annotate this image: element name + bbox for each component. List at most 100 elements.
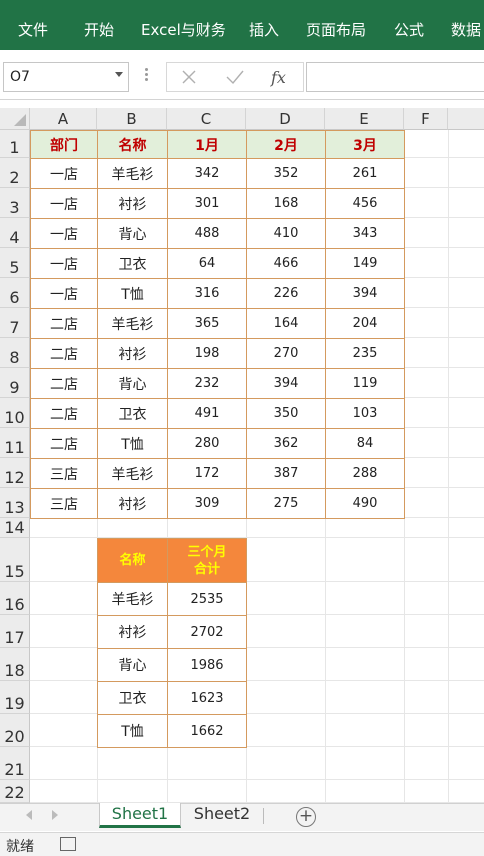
row-header-10[interactable]: 10 [0, 398, 30, 428]
table1-cell[interactable]: 三店 [30, 488, 98, 519]
column-header-a[interactable]: A [30, 108, 97, 130]
table2-cell[interactable]: T恤 [97, 714, 168, 748]
table1-cell[interactable]: 394 [325, 278, 405, 309]
table1-cell[interactable]: 410 [246, 218, 326, 249]
table1-cell[interactable]: 64 [167, 248, 247, 279]
table1-cell[interactable]: 一店 [30, 248, 98, 279]
table2-cell[interactable]: 1623 [167, 681, 247, 715]
table1-cell[interactable]: 488 [167, 218, 247, 249]
table1-cell[interactable]: T恤 [97, 278, 168, 309]
table1-cell[interactable]: 一店 [30, 218, 98, 249]
table2-cell[interactable]: 背心 [97, 648, 168, 682]
table2-header-total[interactable]: 三个月 合计 [167, 538, 247, 583]
table1-cell[interactable]: 172 [167, 458, 247, 489]
table1-cell[interactable]: 342 [167, 158, 247, 189]
column-header-b[interactable]: B [97, 108, 167, 130]
tab-page-layout[interactable]: 页面布局 [306, 19, 366, 40]
row-header-21[interactable]: 21 [0, 747, 30, 780]
table1-cell[interactable]: 316 [167, 278, 247, 309]
table2-cell[interactable]: 2702 [167, 615, 247, 649]
table1-header-cell[interactable]: 1月 [167, 130, 247, 159]
table1-header-cell[interactable]: 部门 [30, 130, 98, 159]
row-header-15[interactable]: 15 [0, 538, 30, 582]
row-header-8[interactable]: 8 [0, 338, 30, 368]
table1-cell[interactable]: 二店 [30, 308, 98, 339]
table1-cell[interactable]: 362 [246, 428, 326, 459]
table1-cell[interactable]: 301 [167, 188, 247, 219]
table1-cell[interactable]: 84 [325, 428, 405, 459]
sheet-tab-sheet2[interactable]: Sheet2 [183, 803, 261, 828]
column-header-c[interactable]: C [167, 108, 246, 130]
row-header-18[interactable]: 18 [0, 648, 30, 681]
table1-cell[interactable]: 164 [246, 308, 326, 339]
table1-cell[interactable]: 394 [246, 368, 326, 399]
table1-cell[interactable]: 232 [167, 368, 247, 399]
row-header-22[interactable]: 22 [0, 780, 30, 803]
table1-header-cell[interactable]: 2月 [246, 130, 326, 159]
table1-cell[interactable]: 119 [325, 368, 405, 399]
table2-cell[interactable]: 1986 [167, 648, 247, 682]
table1-cell[interactable]: 卫衣 [97, 248, 168, 279]
tab-file[interactable]: 文件 [18, 19, 48, 40]
table2-header-name[interactable]: 名称 [97, 538, 168, 583]
row-header-1[interactable]: 1 [0, 130, 30, 158]
next-sheet-icon[interactable] [52, 810, 58, 820]
row-header-2[interactable]: 2 [0, 158, 30, 188]
table1-cell[interactable]: 三店 [30, 458, 98, 489]
table1-cell[interactable]: 二店 [30, 338, 98, 369]
table2-cell[interactable]: 羊毛衫 [97, 582, 168, 616]
table1-cell[interactable]: 198 [167, 338, 247, 369]
confirm-icon[interactable] [226, 70, 244, 85]
prev-sheet-icon[interactable] [26, 810, 32, 820]
table1-cell[interactable]: 衬衫 [97, 338, 168, 369]
sheet-tab-sheet1[interactable]: Sheet1 [99, 803, 181, 828]
table1-cell[interactable]: 261 [325, 158, 405, 189]
table1-cell[interactable]: 275 [246, 488, 326, 519]
table1-cell[interactable]: 一店 [30, 158, 98, 189]
table2-cell[interactable]: 卫衣 [97, 681, 168, 715]
table1-cell[interactable]: 二店 [30, 398, 98, 429]
row-header-12[interactable]: 12 [0, 458, 30, 488]
table1-cell[interactable]: 卫衣 [97, 398, 168, 429]
table1-cell[interactable]: 456 [325, 188, 405, 219]
row-header-3[interactable]: 3 [0, 188, 30, 218]
table1-cell[interactable]: 309 [167, 488, 247, 519]
row-header-16[interactable]: 16 [0, 582, 30, 615]
table1-cell[interactable]: 衬衫 [97, 188, 168, 219]
table1-header-cell[interactable]: 3月 [325, 130, 405, 159]
table2-cell[interactable]: 衬衫 [97, 615, 168, 649]
row-header-5[interactable]: 5 [0, 248, 30, 278]
table1-cell[interactable]: 235 [325, 338, 405, 369]
table1-cell[interactable]: 168 [246, 188, 326, 219]
row-header-7[interactable]: 7 [0, 308, 30, 338]
table1-cell[interactable]: 羊毛衫 [97, 308, 168, 339]
select-all-corner[interactable] [0, 108, 30, 130]
table1-cell[interactable]: 羊毛衫 [97, 458, 168, 489]
formula-input[interactable] [306, 62, 484, 92]
table1-cell[interactable]: 103 [325, 398, 405, 429]
table1-cell[interactable]: 一店 [30, 278, 98, 309]
table1-cell[interactable]: 背心 [97, 368, 168, 399]
table1-cell[interactable]: 350 [246, 398, 326, 429]
column-header-e[interactable]: E [325, 108, 404, 130]
table1-cell[interactable]: 149 [325, 248, 405, 279]
table2-cell[interactable]: 1662 [167, 714, 247, 748]
row-header-20[interactable]: 20 [0, 714, 30, 747]
table1-cell[interactable]: 衬衫 [97, 488, 168, 519]
row-header-13[interactable]: 13 [0, 488, 30, 518]
macro-record-icon[interactable] [60, 837, 76, 851]
table2-cell[interactable]: 2535 [167, 582, 247, 616]
column-header-d[interactable]: D [246, 108, 325, 130]
tab-formulas[interactable]: 公式 [394, 19, 424, 40]
tab-insert[interactable]: 插入 [249, 19, 279, 40]
table1-cell[interactable]: 204 [325, 308, 405, 339]
table1-cell[interactable]: 二店 [30, 428, 98, 459]
table1-cell[interactable]: 一店 [30, 188, 98, 219]
tab-excel-finance[interactable]: Excel与财务 [141, 19, 226, 40]
table1-cell[interactable]: 343 [325, 218, 405, 249]
row-header-19[interactable]: 19 [0, 681, 30, 714]
table1-cell[interactable]: 352 [246, 158, 326, 189]
table1-cell[interactable]: 226 [246, 278, 326, 309]
row-header-4[interactable]: 4 [0, 218, 30, 248]
chevron-down-icon[interactable] [115, 72, 123, 77]
